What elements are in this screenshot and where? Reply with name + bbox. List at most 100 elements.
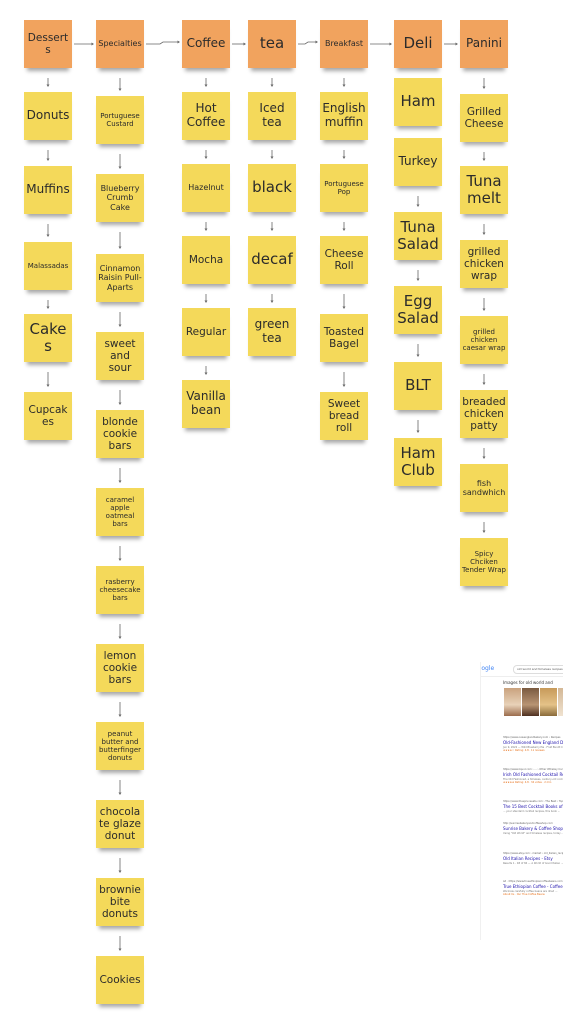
sticky-note-header-specialties[interactable]: Specialties	[96, 20, 144, 68]
result-rating: ★★★★☆ Rating: 4.8 · 11 reviews	[503, 749, 545, 752]
arrow-head	[46, 306, 50, 309]
sticky-note[interactable]: Cheese Roll	[320, 236, 368, 284]
arrow-head	[243, 42, 246, 46]
sticky-note[interactable]: breaded chicken patty	[460, 390, 508, 438]
sticky-note[interactable]: BLT	[394, 362, 442, 410]
arrow-head	[416, 430, 420, 433]
search-result[interactable]: https://www.thespruceeats.com › The Best…	[503, 800, 563, 813]
sticky-note-header-coffee[interactable]: Coffee	[182, 20, 230, 68]
sticky-note[interactable]: Hazelnut	[182, 164, 230, 212]
sticky-note[interactable]: grilled chicken wrap	[460, 240, 508, 288]
sticky-note[interactable]: Regular	[182, 308, 230, 356]
sticky-note-header-panini[interactable]: Panini	[460, 20, 508, 68]
search-logo: Google	[481, 665, 495, 672]
result-url: http://sunrisebakeryandcoffeeshop.com	[503, 822, 553, 825]
result-title[interactable]: Old Italian Recipes - Etsy	[503, 856, 563, 861]
search-result[interactable]: Ad · https://www.trueethiopiancoffeebean…	[503, 880, 563, 896]
sticky-note[interactable]: green tea	[248, 308, 296, 356]
arrow-head	[204, 228, 208, 231]
connectors	[46, 40, 486, 951]
result-url: https://www.thespruceeats.com › The Best…	[503, 800, 563, 803]
result-snippet: Results 1 - 48 of 84 — A World of Good I…	[503, 862, 563, 865]
sticky-note[interactable]: rasberry cheesecake bars	[96, 566, 144, 614]
arrow-head	[270, 156, 274, 159]
sticky-note[interactable]: brownie bite donuts	[96, 878, 144, 926]
arrow-head	[482, 308, 486, 311]
sticky-note[interactable]: English muffin	[320, 92, 368, 140]
arrow-head	[118, 166, 122, 169]
sticky-note[interactable]: caramel apple oatmeal bars	[96, 488, 144, 536]
image-thumbnail[interactable]	[522, 688, 539, 716]
sticky-note[interactable]: Cakes	[24, 314, 72, 362]
sticky-note[interactable]: Ham Club	[394, 438, 442, 486]
sticky-note[interactable]: Cookies	[96, 956, 144, 1004]
arrow-head	[46, 234, 50, 237]
sticky-note[interactable]: lemon cookie bars	[96, 644, 144, 692]
image-thumbnail[interactable]	[504, 688, 521, 716]
sticky-note[interactable]: blonde cookie bars	[96, 410, 144, 458]
arrow-head	[270, 228, 274, 231]
sticky-note[interactable]: Tuna Salad	[394, 212, 442, 260]
sticky-note[interactable]: decaf	[248, 236, 296, 284]
images-heading[interactable]: Images for old world and	[503, 680, 553, 685]
sticky-note[interactable]: Portuguese Custard	[96, 96, 144, 144]
image-thumbnail[interactable]	[540, 688, 557, 716]
sticky-note[interactable]: Mocha	[182, 236, 230, 284]
search-result[interactable]: http://sunrisebakeryandcoffeeshop.com Sun…	[503, 822, 563, 835]
sticky-note[interactable]: fish sandwhich	[460, 464, 508, 512]
result-title[interactable]: Sunrise Bakery & Coffee Shop	[503, 826, 563, 831]
sticky-note[interactable]: chocolate glaze donut	[96, 800, 144, 848]
sticky-note-header-desserts[interactable]: Desserts	[24, 20, 72, 68]
header-connector	[298, 41, 317, 45]
arrow-head	[118, 870, 122, 873]
arrow-head	[118, 324, 122, 327]
arrow-head	[270, 84, 274, 87]
sticky-note[interactable]: Iced tea	[248, 92, 296, 140]
arrow-head	[91, 42, 94, 46]
sticky-note[interactable]: Malassadas	[24, 242, 72, 290]
sticky-note[interactable]: Ham	[394, 78, 442, 126]
search-bar: Google old world and timeless recipes "c…	[481, 662, 563, 677]
sticky-note[interactable]: Vanilla bean	[182, 380, 230, 428]
search-input[interactable]: old world and timeless recipes "coffee"	[513, 665, 563, 674]
sticky-note[interactable]: Sweet bread roll	[320, 392, 368, 440]
arrow-head	[482, 456, 486, 459]
arrow-head	[315, 40, 318, 44]
sticky-note[interactable]: sweet and sour	[96, 332, 144, 380]
sticky-note[interactable]: Muffins	[24, 166, 72, 214]
arrow-head	[46, 84, 50, 87]
result-title[interactable]: The 15 Best Cocktail Books of 2023	[503, 804, 563, 809]
sticky-note-header-tea[interactable]: tea	[248, 20, 296, 68]
sticky-note[interactable]: peanut butter and butterfinger donuts	[96, 722, 144, 770]
sticky-note[interactable]: Tuna melt	[460, 166, 508, 214]
sticky-note-header-deli[interactable]: Deli	[394, 20, 442, 68]
sticky-note[interactable]: Grilled Cheese	[460, 94, 508, 142]
sticky-note[interactable]: Toasted Bagel	[320, 314, 368, 362]
search-result[interactable]: https://www.liquor.com › ... › Other Whi…	[503, 768, 563, 784]
result-title[interactable]: Irish Old Fashioned Cocktail Recipe	[503, 772, 563, 777]
arrow-head	[342, 384, 346, 387]
sticky-note[interactable]: Turkey	[394, 138, 442, 186]
arrow-head	[46, 384, 50, 387]
sticky-note-header-breakfast[interactable]: Breakfast	[320, 20, 368, 68]
search-results-panel[interactable]: Google old world and timeless recipes "c…	[480, 662, 563, 940]
sticky-note[interactable]: Cupcakes	[24, 392, 72, 440]
arrow-head	[204, 84, 208, 87]
sticky-note[interactable]: Donuts	[24, 92, 72, 140]
arrow-head	[482, 232, 486, 235]
arrow-head	[118, 88, 122, 91]
result-url: https://www.etsy.com › market › old_ital…	[503, 852, 563, 855]
sticky-note[interactable]: black	[248, 164, 296, 212]
sticky-note[interactable]: grilled chicken caesar wrap	[460, 316, 508, 364]
sticky-note[interactable]: Egg Salad	[394, 286, 442, 334]
search-result[interactable]: https://www.newenglandbakery.com › Recip…	[503, 736, 563, 752]
image-thumbnail[interactable]	[558, 688, 563, 716]
result-title[interactable]: True Ethiopian Coffee - Coffee for ...	[503, 884, 563, 889]
search-result[interactable]: https://www.etsy.com › market › old_ital…	[503, 852, 563, 865]
sticky-note[interactable]: Cinnamon Raisin Pull-Aparts	[96, 254, 144, 302]
sticky-note[interactable]: Portuguese Pop	[320, 164, 368, 212]
sticky-note[interactable]: Spicy Chciken Tender Wrap	[460, 538, 508, 586]
result-title[interactable]: Old-Fashioned New England Donuts	[503, 740, 563, 745]
sticky-note[interactable]: Blueberry Crumb Cake	[96, 174, 144, 222]
sticky-note[interactable]: Hot Coffee	[182, 92, 230, 140]
